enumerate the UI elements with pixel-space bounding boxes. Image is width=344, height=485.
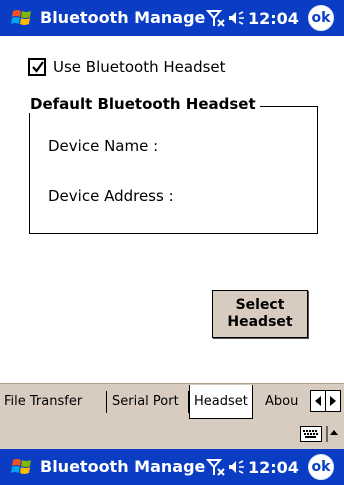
windows-flag-icon[interactable] <box>10 6 34 30</box>
keyboard-icon[interactable] <box>300 426 322 442</box>
checkmark-icon <box>32 61 44 73</box>
use-headset-row[interactable]: Use Bluetooth Headset <box>28 58 226 76</box>
ok-button[interactable]: ok <box>308 5 334 31</box>
clock[interactable]: 12:04 <box>248 458 299 477</box>
ok-button[interactable]: ok <box>308 454 334 480</box>
tab-scroll-arrows <box>310 390 341 412</box>
window-title: Bluetooth Manage <box>40 457 206 476</box>
tab-scroll-left-icon[interactable] <box>311 391 326 411</box>
tab-strip: File Transfer Serial Port Headset Abou <box>0 383 344 419</box>
tab-separator <box>106 391 107 413</box>
device-name-label: Device Name : <box>48 137 159 155</box>
title-bar-bottom: Bluetooth Manage 12:04 ok <box>0 449 344 485</box>
use-headset-label: Use Bluetooth Headset <box>53 58 226 76</box>
default-headset-group: Default Bluetooth Headset Device Name : … <box>28 95 318 234</box>
select-headset-button[interactable]: Select Headset <box>212 290 308 338</box>
use-headset-checkbox[interactable] <box>28 58 46 76</box>
device-address-label: Device Address : <box>48 187 174 205</box>
tab-headset[interactable]: Headset <box>189 385 253 419</box>
select-headset-line1: Select <box>235 297 285 313</box>
tab-serial-port[interactable]: Serial Port <box>112 390 179 414</box>
tab-about[interactable]: Abou <box>265 390 298 414</box>
tab-scroll-right-icon[interactable] <box>326 391 340 411</box>
speaker-icon[interactable] <box>228 458 246 476</box>
tab-file-transfer[interactable]: File Transfer <box>4 390 82 414</box>
speaker-icon[interactable] <box>228 9 246 27</box>
windows-flag-icon[interactable] <box>10 455 34 479</box>
title-bar: Bluetooth Manage 12:04 ok <box>0 0 344 36</box>
signal-off-icon[interactable] <box>206 457 226 477</box>
signal-off-icon[interactable] <box>206 8 226 28</box>
window-title: Bluetooth Manage <box>40 8 206 27</box>
input-panel-arrow-icon[interactable] <box>326 425 338 443</box>
select-headset-line2: Headset <box>227 314 293 330</box>
clock[interactable]: 12:04 <box>248 9 299 28</box>
menu-bar <box>0 419 344 449</box>
group-title: Default Bluetooth Headset <box>28 95 260 113</box>
